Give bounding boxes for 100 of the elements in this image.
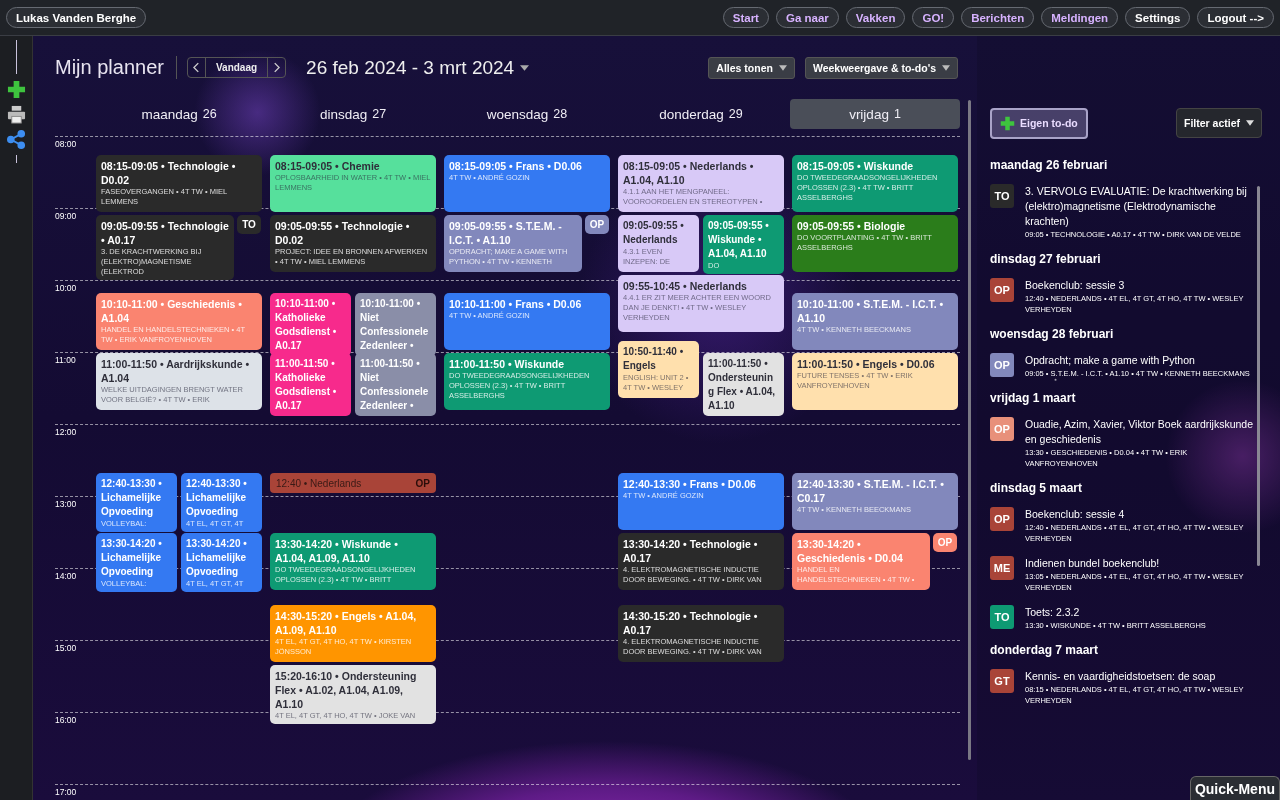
caret-icon[interactable] [520,64,530,71]
day-name: woensdag [486,106,549,122]
lesson-title: 12:40-13:30 • Frans • D0.06 [623,477,757,491]
lesson-card[interactable]: 10:10-11:00 • Katholieke Godsdienst • A0.17 [270,293,351,356]
lesson-title: 10:10-11:00 • S.T.E.M. - I.C.T. • A1.10 [797,297,945,325]
todo-type-badge: OP [990,353,1014,377]
quick-menu-button[interactable]: Quick-Menu [1189,776,1280,800]
view-dropdown[interactable]: Alles tonen [708,56,795,79]
date-heading: dinsdag 5 maart [990,481,1084,495]
date-heading: woensdag 28 februari [990,327,1115,341]
lesson-title: 09:05-09:55 • S.T.E.M. - I.C.T. • A1.10 [449,219,563,247]
lesson-title: 11:00-11:50 • Niet Confessionele Zedenleer • [360,357,430,413]
lesson-title: 11:00-11:50 • Ondersteuning Flex • A1.04, A1.10 [708,357,777,413]
todo-type-badge: ME [990,556,1014,580]
lesson-card[interactable]: 11:00-11:50 • Ondersteuning Flex • A1.04, A1.10 [703,353,784,416]
plus-icon[interactable] [6,80,26,99]
lesson-title: 10:10-11:00 • Geschiedenis • A1.04 [101,297,243,325]
todo-title[interactable]: 3. VERVOLG EVALUATIE: De krachtwerking bij (elektro)magnetisme (Elektrodynamische krachten) [1025,184,1256,229]
day-header[interactable]: donderdag 29 [616,99,786,129]
lesson-title: 13:30-14:20 • Wiskunde • A1.04, A1.09, A1.10 [275,537,399,565]
nav-button[interactable]: Start [722,7,769,28]
lesson-title: 09:55-10:45 • Nederlands [623,279,748,293]
nav-button[interactable]: Settings [1125,7,1191,28]
date-heading: dinsdag 27 februari [990,252,1102,266]
lesson-title: 10:50-11:40 • Engels [623,345,685,373]
todo-bar-tag: OP [415,477,430,489]
hour-label: 16:00 [55,715,77,725]
hour-label: 17:00 [55,787,77,797]
todo-title[interactable]: Ouadie, Azim, Xavier, Viktor Boek aardrijkskunde en geschiedenis [1025,417,1256,447]
todo-title[interactable]: Toets: 2.3.2 [1025,605,1256,620]
day-name: vrijdag [849,106,889,122]
todo-type-badge: OP [990,278,1014,302]
lesson-title: 11:00-11:50 • Aardrijkskunde • A1.04 [101,357,251,385]
nav-button[interactable]: Meldingen [1041,7,1119,28]
todo-type-badge: OP [990,417,1014,441]
day-number: 1 [893,107,901,121]
lesson-title: 15:20-16:10 • Ondersteuning Flex • A1.02, A1.04, A1.09, A1.10 [275,669,418,711]
todo-type-badge: TO [990,184,1014,208]
caret-icon [942,64,950,71]
lesson-title: 09:05-09:55 • Technologie • A0.17 [101,219,229,247]
day-name: maandag [141,106,198,122]
date-heading: donderdag 7 maart [990,643,1100,657]
day-header[interactable]: dinsdag 27 [268,99,438,129]
lesson-title: 12:40-13:30 • S.T.E.M. - I.C.T. • C0.17 [797,477,945,505]
hour-label: 08:00 [55,139,77,149]
date-range[interactable]: 26 feb 2024 - 3 mrt 2024 [306,56,515,79]
lesson-title: 12:40-13:30 • Lichamelijke Opvoeding [101,477,163,519]
add-todo-button[interactable]: Eigen to-do [990,107,1088,139]
lesson-card[interactable]: 11:00-11:50 • Katholieke Godsdienst • A0.17 [270,353,351,416]
lesson-title: 10:10-11:00 • Niet Confessionele Zedenleer • [360,297,430,353]
day-header[interactable]: vrijdag 1 [790,99,960,129]
todo-title[interactable]: Indienen bundel boekenclub! [1025,556,1256,571]
day-header[interactable]: maandag 26 [94,99,264,129]
lesson-title: 09:05-09:55 • Nederlands [623,219,685,247]
nav-button[interactable]: Logout --> [1197,7,1274,28]
lesson-title: 11:00-11:50 • Katholieke Godsdienst • A0.17 [275,357,338,413]
filter-dropdown[interactable]: Filter actief [1175,108,1262,138]
share-icon[interactable] [6,130,26,149]
todo-title[interactable]: Boekenclub: sessie 3 [1025,278,1256,293]
day-number: 26 [202,107,217,121]
lesson-title: 13:30-14:20 • Lichamelijke Opvoeding [186,537,248,579]
todo-title[interactable]: Opdracht; make a game with Python [1025,353,1256,368]
lesson-title: 13:30-14:20 • Lichamelijke Opvoeding [101,537,163,579]
lesson-title: 11:00-11:50 • Wiskunde [449,357,566,371]
lesson-title: 10:10-11:00 • Frans • D0.06 [449,297,583,311]
user-button[interactable]: Lukas Vanden Berghe [6,7,147,28]
todo-title[interactable]: Kennis- en vaardigheidstoetsen: de soap [1025,669,1256,684]
day-number: 27 [372,107,387,121]
lesson-title: 08:15-09:05 • Wiskunde [797,159,915,173]
nav-button[interactable]: GO! [912,7,955,28]
caret-icon [1246,120,1254,126]
chevron-left-icon [192,62,200,73]
nav-button[interactable]: Ga naar [775,7,839,28]
lesson-title: 13:30-14:20 • Technologie • A0.17 [623,537,759,565]
plus-icon [1000,115,1015,131]
printer-icon[interactable] [6,105,26,124]
chevron-right-icon [273,62,281,73]
lesson-title: 10:10-11:00 • Katholieke Godsdienst • A0.17 [275,297,338,353]
todo-title[interactable]: Boekenclub: sessie 4 [1025,507,1256,522]
hour-label: 13:00 [55,499,77,509]
lesson-title: 08:15-09:05 • Technologie • D0.02 [101,159,237,187]
todo-type-badge: GT [990,669,1014,693]
lesson-title: 08:15-09:05 • Frans • D0.06 [449,159,583,173]
nav-button[interactable]: Berichten [961,7,1035,28]
day-header[interactable]: woensdag 28 [442,99,612,129]
hour-label: 14:00 [55,571,77,581]
day-name: dinsdag [319,106,368,122]
hour-label: 11:00 [55,355,76,365]
date-heading: maandag 26 februari [990,158,1109,172]
caret-icon [778,64,787,71]
day-number: 28 [553,107,568,121]
lesson-title: 08:15-09:05 • Nederlands • A1.04, A1.10 [623,159,755,187]
lesson-title: 14:30-15:20 • Engels • A1.04, A1.09, A1.10 [275,609,418,637]
lesson-title: 09:05-09:55 • Wiskunde • A1.04, A1.10 [708,219,770,261]
lesson-title: 12:40-13:30 • Lichamelijke Opvoeding [186,477,248,519]
todo-tag[interactable]: TO [237,215,261,234]
lesson-title: 13:30-14:20 • Geschiedenis • D0.04 [797,537,904,565]
nav-button[interactable]: Vakken [845,7,906,28]
lesson-title: 14:30-15:20 • Technologie • A0.17 [623,609,759,637]
view-dropdown[interactable]: Weekweergave & to-do's [804,56,958,79]
